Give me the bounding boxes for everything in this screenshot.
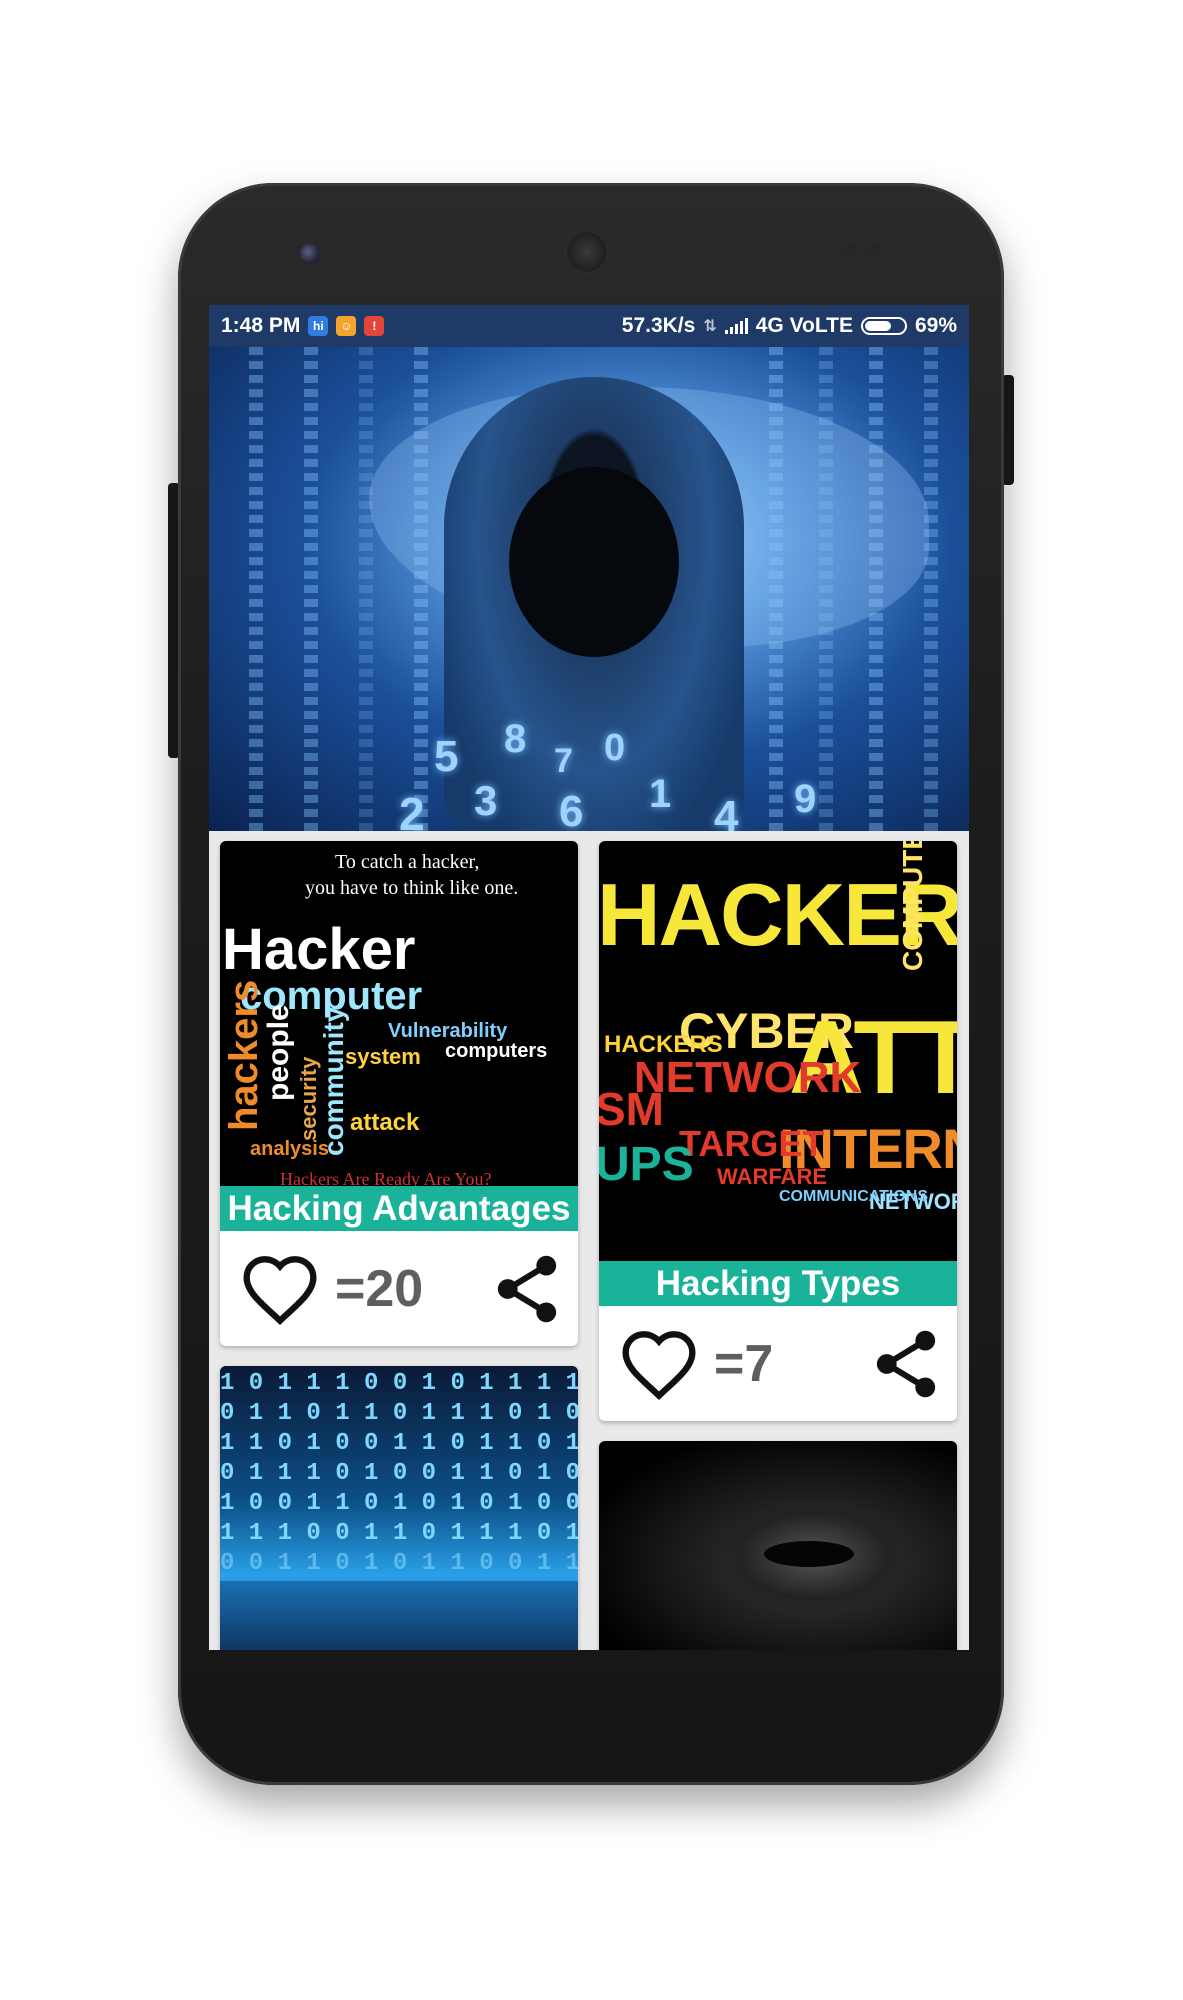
card-image-binary: 1 0 1 1 1 0 0 1 0 1 1 1 1 0 0 0 1 1 0 1 … — [220, 1366, 578, 1650]
floating-digit: 5 — [434, 732, 459, 781]
app-notification-icon: ! — [364, 316, 385, 336]
wordcloud-word: TARGET — [679, 1123, 825, 1164]
wordcloud-word: people — [262, 1004, 295, 1101]
wordcloud-word: UPS — [599, 1138, 694, 1191]
wordcloud-word: Hacker — [222, 917, 416, 982]
sensor — [845, 243, 857, 255]
floating-digit: 6 — [559, 787, 584, 831]
wordcloud-word: attack — [350, 1109, 420, 1136]
sensor — [868, 243, 880, 255]
network-speed: 57.3K/s — [621, 314, 696, 337]
wordcloud-word: computers — [445, 1040, 548, 1062]
app-screen: 1:48 PM hi ☺ ! 57.3K/s ⇅ 4G VoLTE 69% 5 … — [209, 305, 969, 1650]
data-arrows-icon: ⇅ — [703, 318, 717, 335]
wordcloud-word: system — [345, 1044, 421, 1069]
article-card[interactable]: To catch a hacker, you have to think lik… — [220, 841, 578, 1346]
signal-icon — [724, 318, 748, 334]
floating-digit: 9 — [794, 777, 817, 821]
header-banner-image: 5 8 7 0 2 3 6 1 4 9 — [209, 347, 969, 831]
grid-column-left: To catch a hacker, you have to think lik… — [220, 841, 578, 1650]
wordcloud-word: analysis — [250, 1138, 329, 1160]
wordcloud-word: security — [296, 1056, 321, 1141]
eye-shape — [764, 1541, 854, 1567]
keyboard-image — [220, 1581, 578, 1650]
card-title[interactable]: Hacking Advantages — [220, 1186, 578, 1231]
article-card[interactable]: HACKER CYBER ATTA NETWORK INTERNET TARGE… — [599, 841, 957, 1421]
floating-digit: 4 — [714, 792, 739, 831]
grid-column-right: HACKER CYBER ATTA NETWORK INTERNET TARGE… — [599, 841, 957, 1650]
wordcloud-word: COMPUTER — [897, 841, 928, 971]
network-type: 4G VoLTE — [755, 314, 853, 337]
wordcloud-word: NETWORK — [634, 1053, 862, 1102]
floating-digit: 1 — [649, 772, 672, 816]
floating-digit: 3 — [474, 777, 498, 824]
status-time: 1:48 PM — [221, 314, 301, 337]
floating-digit: 8 — [504, 717, 527, 761]
hood-shadow — [509, 467, 679, 657]
wordcloud-word: SM — [599, 1083, 664, 1135]
share-icon[interactable] — [873, 1326, 939, 1402]
article-card[interactable]: 1 0 1 1 1 0 0 1 0 1 1 1 1 0 0 0 1 1 0 1 … — [220, 1366, 578, 1650]
image-quote-line: To catch a hacker, — [335, 851, 480, 873]
battery-level: 69% — [914, 314, 957, 337]
share-icon[interactable] — [494, 1251, 560, 1327]
wordcloud-word: community — [318, 1006, 349, 1156]
image-footer-text: Hackers Are Ready Are You? — [280, 1169, 492, 1186]
earpiece-speaker — [565, 230, 609, 274]
card-image-wordcloud: HACKER CYBER ATTA NETWORK INTERNET TARGE… — [599, 841, 957, 1261]
chat-notification-icon: ☺ — [336, 316, 357, 336]
article-card[interactable] — [599, 1441, 957, 1650]
floating-digit: 2 — [399, 788, 425, 831]
front-camera — [300, 244, 320, 264]
like-count: =20 — [335, 1259, 424, 1318]
battery-icon — [860, 317, 907, 335]
wordcloud-word: WARFARE — [717, 1164, 827, 1189]
hi-notification-icon: hi — [308, 316, 329, 336]
image-quote-line: you have to think like one. — [305, 877, 519, 899]
wordcloud-word: HACKERS — [604, 1031, 723, 1058]
floating-digit: 7 — [554, 742, 573, 780]
wordcloud-word: COMMUNICATIONS — [779, 1188, 929, 1205]
card-actions: =20 — [220, 1231, 578, 1346]
wordcloud-word: Vulnerability — [388, 1020, 508, 1042]
floating-digit: 0 — [604, 727, 626, 769]
heart-icon[interactable] — [619, 1327, 699, 1401]
card-actions: =7 — [599, 1306, 957, 1421]
status-bar: 1:48 PM hi ☺ ! 57.3K/s ⇅ 4G VoLTE 69% — [209, 305, 969, 347]
like-count: =7 — [714, 1334, 774, 1393]
card-image-wordcloud: To catch a hacker, you have to think lik… — [220, 841, 578, 1186]
wordcloud-word: hackers — [222, 979, 266, 1131]
heart-icon[interactable] — [240, 1252, 320, 1326]
card-title[interactable]: Hacking Types — [599, 1261, 957, 1306]
card-image-typography-face — [599, 1441, 957, 1650]
